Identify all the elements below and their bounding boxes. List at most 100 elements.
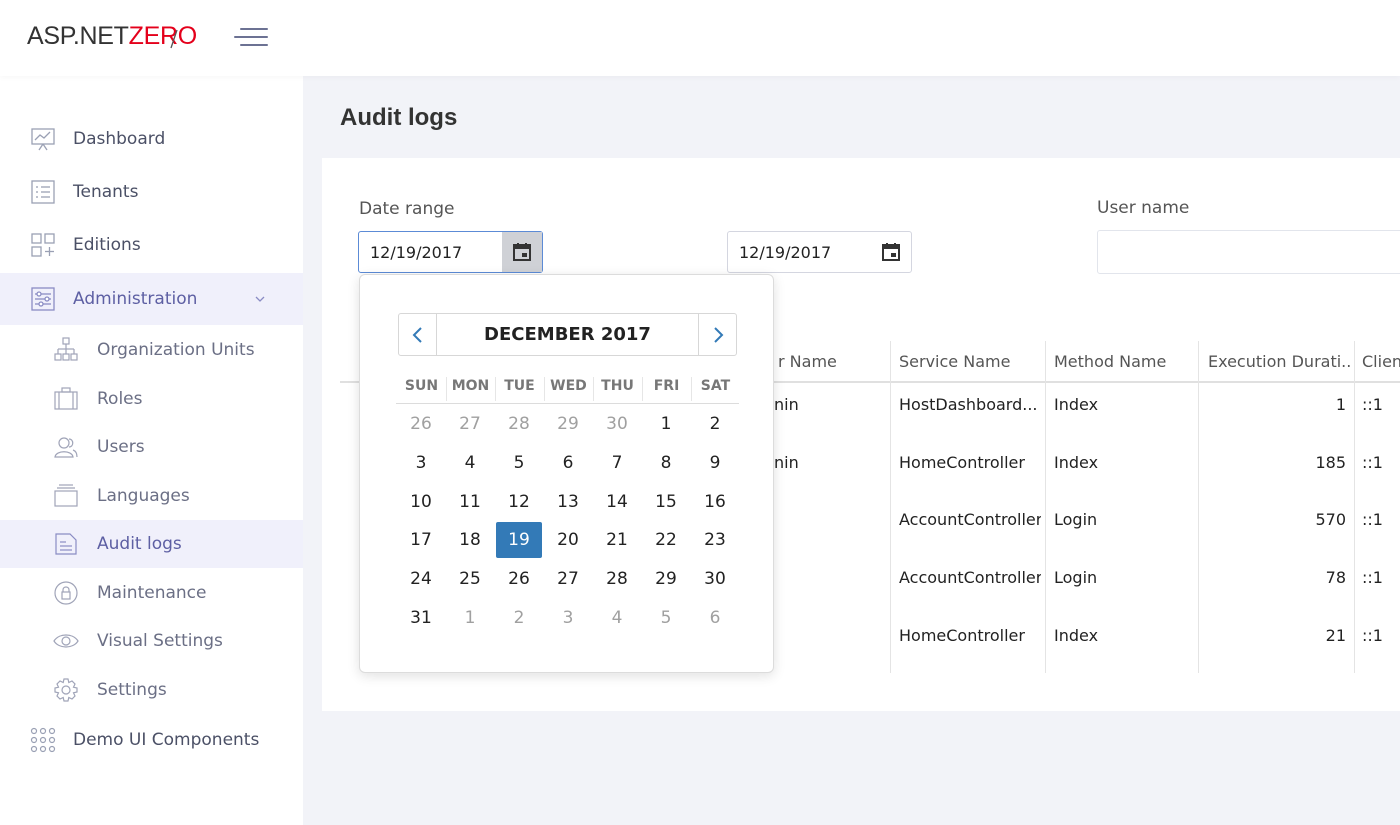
sidebar-item-visual-settings[interactable]: Visual Settings	[0, 615, 303, 667]
table-cell-service: AccountController	[899, 510, 1041, 529]
datepicker-day[interactable]: 9	[692, 445, 738, 481]
datepicker-day[interactable]: 6	[545, 445, 591, 481]
hamburger-menu-button[interactable]	[234, 26, 268, 48]
top-header: ASP.NETZERO	[0, 0, 1400, 76]
stack-icon	[54, 484, 78, 507]
datepicker-day[interactable]: 26	[398, 406, 444, 442]
app-logo[interactable]: ASP.NETZERO	[27, 22, 197, 51]
datepicker-day[interactable]: 5	[643, 600, 689, 636]
datepicker-day[interactable]: 2	[692, 406, 738, 442]
weekday-header: TUE	[504, 378, 535, 394]
datepicker-day[interactable]: 3	[398, 445, 444, 481]
datepicker-day[interactable]: 11	[447, 484, 493, 520]
datepicker-day[interactable]: 29	[545, 406, 591, 442]
table-cell-method: Index	[1054, 395, 1099, 414]
users-icon	[54, 437, 78, 458]
datepicker-day[interactable]: 10	[398, 484, 444, 520]
column-separator	[1045, 341, 1046, 673]
table-cell-duration: 78	[1325, 568, 1346, 587]
table-cell-service: HomeController	[899, 453, 1025, 472]
datepicker-day[interactable]: 17	[398, 522, 444, 558]
end-date-calendar-button[interactable]	[871, 232, 911, 272]
datepicker-day[interactable]: 12	[496, 484, 542, 520]
end-date-value: 12/19/2017	[739, 243, 832, 262]
start-date-calendar-button[interactable]	[502, 232, 542, 272]
datepicker-day[interactable]: 25	[447, 561, 493, 597]
column-header-client[interactable]: Clien	[1362, 352, 1400, 371]
datepicker-day[interactable]: 3	[545, 600, 591, 636]
sidebar-item-organization-units[interactable]: Organization Units	[0, 324, 303, 376]
table-cell-method: Login	[1054, 568, 1098, 587]
briefcase-icon	[54, 387, 78, 410]
datepicker-day[interactable]: 18	[447, 522, 493, 558]
sidebar-item-maintenance[interactable]: Maintenance	[0, 567, 303, 619]
datepicker-day[interactable]: 15	[643, 484, 689, 520]
datepicker-day[interactable]: 1	[447, 600, 493, 636]
datepicker-day[interactable]: 6	[692, 600, 738, 636]
sidebar: Dashboard Tenants Editions Administratio…	[0, 76, 303, 825]
sidebar-item-tenants[interactable]: Tenants	[0, 166, 303, 218]
datepicker-prev-month-button[interactable]	[399, 314, 437, 355]
datepicker-day[interactable]: 28	[594, 561, 640, 597]
datepicker-day[interactable]: 7	[594, 445, 640, 481]
sidebar-item-languages[interactable]: Languages	[0, 470, 303, 522]
column-header-user-name[interactable]: r Name	[778, 352, 888, 371]
sidebar-item-audit-logs[interactable]: Audit logs	[0, 520, 303, 568]
sidebar-item-dashboard[interactable]: Dashboard	[0, 113, 303, 165]
datepicker-day[interactable]: 8	[643, 445, 689, 481]
datepicker-day[interactable]: 29	[643, 561, 689, 597]
sidebar-item-administration[interactable]: Administration	[0, 273, 303, 325]
user-name-input[interactable]	[1097, 230, 1400, 274]
datepicker-day[interactable]: 21	[594, 522, 640, 558]
table-cell-service: HostDashboard...	[899, 395, 1038, 414]
datepicker-day[interactable]: 1	[643, 406, 689, 442]
datepicker-popup: DECEMBER 2017 SUN MON TUE WED THU FRI SAT 26 27 2…	[359, 274, 774, 673]
datepicker-day[interactable]: 31	[398, 600, 444, 636]
start-date-value: 12/19/2017	[370, 243, 463, 262]
start-date-input[interactable]: 12/19/2017	[358, 231, 543, 273]
datepicker-day[interactable]: 4	[447, 445, 493, 481]
sidebar-item-users[interactable]: Users	[0, 421, 303, 473]
document-icon	[55, 533, 77, 555]
table-cell-method: Index	[1054, 626, 1099, 645]
weekday-header: FRI	[653, 378, 680, 394]
weekday-header: MON	[451, 378, 490, 394]
dots-grid-icon	[30, 727, 56, 753]
table-cell-user: nin	[774, 395, 799, 414]
datepicker-day[interactable]: 5	[496, 445, 542, 481]
datepicker-day[interactable]: 26	[496, 561, 542, 597]
end-date-input[interactable]: 12/19/2017	[727, 231, 912, 273]
sidebar-item-label: Maintenance	[97, 583, 207, 603]
column-header-method-name[interactable]: Method Name	[1054, 352, 1196, 371]
datepicker-day[interactable]: 24	[398, 561, 444, 597]
datepicker-day[interactable]: 13	[545, 484, 591, 520]
sidebar-item-demo-ui-components[interactable]: Demo UI Components	[0, 714, 303, 766]
datepicker-day[interactable]: 16	[692, 484, 738, 520]
sidebar-item-label: Languages	[97, 486, 190, 506]
datepicker-day[interactable]: 27	[545, 561, 591, 597]
datepicker-day[interactable]: 14	[594, 484, 640, 520]
datepicker-day[interactable]: 27	[447, 406, 493, 442]
datepicker-day[interactable]: 4	[594, 600, 640, 636]
datepicker-next-month-button[interactable]	[698, 314, 736, 355]
datepicker-day[interactable]: 20	[545, 522, 591, 558]
sidebar-item-editions[interactable]: Editions	[0, 219, 303, 271]
logo-text-primary: ASP.NET	[27, 22, 129, 50]
datepicker-day[interactable]: 28	[496, 406, 542, 442]
dashboard-icon	[31, 128, 55, 151]
column-header-execution-duration[interactable]: Execution Durati...	[1208, 352, 1350, 371]
weekday-separator	[544, 377, 545, 401]
sidebar-item-settings[interactable]: Settings	[0, 664, 303, 716]
datepicker-month-title[interactable]: DECEMBER 2017	[437, 314, 698, 355]
datepicker-day[interactable]: 2	[496, 600, 542, 636]
datepicker-day-selected[interactable]: 19	[496, 522, 542, 558]
logo-text-accent: ZERO	[128, 22, 198, 50]
datepicker-day[interactable]: 22	[643, 522, 689, 558]
datepicker-day[interactable]: 23	[692, 522, 738, 558]
datepicker-day[interactable]: 30	[594, 406, 640, 442]
datepicker-header: DECEMBER 2017	[398, 313, 737, 356]
user-name-label: User name	[1097, 198, 1190, 218]
column-header-service-name[interactable]: Service Name	[899, 352, 1043, 371]
sidebar-item-roles[interactable]: Roles	[0, 373, 303, 425]
datepicker-day[interactable]: 30	[692, 561, 738, 597]
